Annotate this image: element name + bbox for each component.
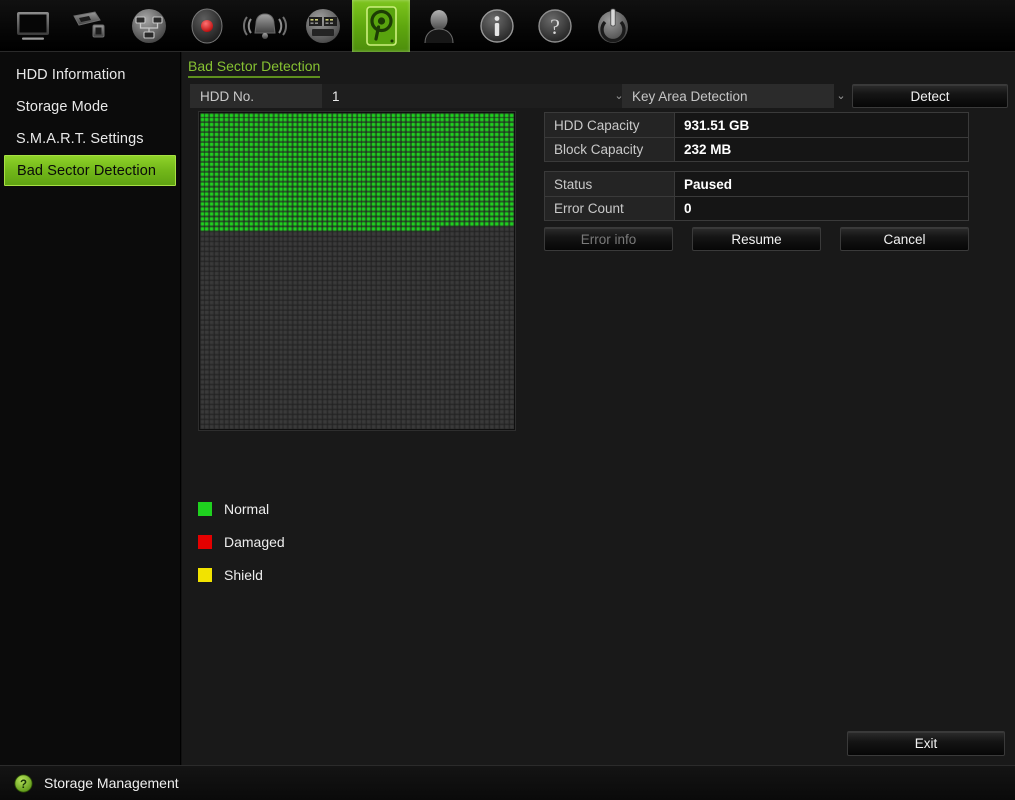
detection-mode-select[interactable]: Key Area Detection	[622, 84, 834, 108]
camera-icon	[73, 10, 105, 37]
toolbar-item-network-icon[interactable]	[120, 0, 178, 52]
cancel-button[interactable]: Cancel	[840, 227, 969, 251]
monitor-icon	[17, 11, 49, 40]
detection-mode-dropdown-toggle[interactable]: ⌄	[830, 84, 852, 108]
action-buttons: Error info Resume Cancel	[544, 227, 969, 251]
block-capacity-label: Block Capacity	[545, 138, 675, 161]
toolbar-item-power-icon[interactable]	[584, 0, 642, 52]
hdd-icon	[365, 5, 397, 46]
table-row: Block Capacity 232 MB	[545, 137, 968, 161]
status-table: Status Paused Error Count 0	[544, 171, 969, 221]
alarm-bell-icon	[243, 12, 287, 39]
sidebar-item-label: S.M.A.R.T. Settings	[16, 130, 144, 147]
error-count-label: Error Count	[545, 197, 675, 220]
table-row: HDD Capacity 931.51 GB	[545, 113, 968, 137]
device-icon	[306, 8, 340, 43]
status-value: Paused	[675, 172, 968, 196]
table-row: Status Paused	[545, 172, 968, 196]
error-count-value: 0	[675, 197, 968, 220]
main-toolbar: ?	[0, 0, 1015, 52]
hdd-no-label: HDD No.	[190, 84, 322, 108]
help-circle-icon[interactable]: ?	[14, 773, 33, 793]
hdd-capacity-label: HDD Capacity	[545, 113, 675, 137]
page-title-wrap: Bad Sector Detection	[188, 58, 338, 78]
sidebar-item-label: Bad Sector Detection	[17, 162, 157, 179]
sidebar-item-label: Storage Mode	[16, 98, 109, 115]
legend-item-damaged: Damaged	[198, 525, 285, 558]
toolbar-item-hdd-icon[interactable]	[352, 0, 410, 52]
capacity-table: HDD Capacity 931.51 GB Block Capacity 23…	[544, 112, 969, 162]
content-panel: Bad Sector Detection HDD No. 1 ⌄ Key Are…	[182, 52, 1015, 765]
svg-text:?: ?	[20, 779, 27, 791]
legend-swatch-normal	[198, 501, 212, 516]
page-title: Bad Sector Detection	[188, 58, 321, 78]
exit-button[interactable]: Exit	[847, 731, 1005, 756]
sector-map[interactable]	[198, 111, 516, 431]
status-bar: ? Storage Management	[0, 765, 1015, 800]
sector-map-canvas	[200, 113, 514, 429]
toolbar-item-help-icon[interactable]: ?	[526, 0, 584, 52]
sidebar-item-storage-mode[interactable]: Storage Mode	[4, 91, 176, 122]
record-icon	[191, 8, 223, 43]
toolbar-item-device-icon[interactable]	[294, 0, 352, 52]
legend: Normal Damaged Shield	[198, 492, 285, 591]
sidebar-item-label: HDD Information	[16, 66, 126, 83]
power-icon	[598, 8, 628, 43]
detect-button[interactable]: Detect	[852, 84, 1008, 108]
storage-management-screen: ? HDD Information Storage Mode S.M.A.R.T…	[0, 0, 1015, 800]
help-icon: ?	[538, 8, 572, 43]
legend-swatch-damaged	[198, 534, 212, 549]
block-capacity-value: 232 MB	[675, 138, 968, 161]
info-icon	[480, 8, 514, 43]
legend-item-normal: Normal	[198, 492, 285, 525]
detection-controls: HDD No. 1 ⌄ Key Area Detection ⌄ Detect	[190, 84, 1008, 108]
user-icon	[424, 9, 454, 43]
table-row: Error Count 0	[545, 196, 968, 220]
legend-label: Damaged	[224, 533, 285, 550]
resume-button[interactable]: Resume	[692, 227, 821, 251]
toolbar-item-camera-icon[interactable]	[62, 0, 120, 52]
sidebar-item-bad-sector-detection[interactable]: Bad Sector Detection	[4, 155, 176, 186]
error-info-button[interactable]: Error info	[544, 227, 673, 251]
hdd-no-input[interactable]: 1	[322, 84, 612, 108]
network-icon	[132, 8, 166, 43]
legend-item-shield: Shield	[198, 558, 285, 591]
toolbar-item-alarm-bell-icon[interactable]	[236, 0, 294, 52]
hdd-capacity-value: 931.51 GB	[675, 113, 968, 137]
toolbar-item-user-icon[interactable]	[410, 0, 468, 52]
toolbar-item-monitor-icon[interactable]	[4, 0, 62, 52]
svg-text:?: ?	[550, 14, 560, 39]
status-label: Status	[545, 172, 675, 196]
legend-swatch-shield	[198, 567, 212, 582]
sidebar: HDD Information Storage Mode S.M.A.R.T. …	[0, 52, 181, 765]
chevron-down-icon: ⌄	[836, 89, 846, 102]
legend-label: Shield	[224, 566, 263, 583]
sidebar-item-smart-settings[interactable]: S.M.A.R.T. Settings	[4, 123, 176, 154]
toolbar-item-info-icon[interactable]	[468, 0, 526, 52]
toolbar-item-record-icon[interactable]	[178, 0, 236, 52]
status-bar-text: Storage Management	[44, 775, 179, 791]
sidebar-item-hdd-information[interactable]: HDD Information	[4, 59, 176, 90]
legend-label: Normal	[224, 500, 270, 517]
